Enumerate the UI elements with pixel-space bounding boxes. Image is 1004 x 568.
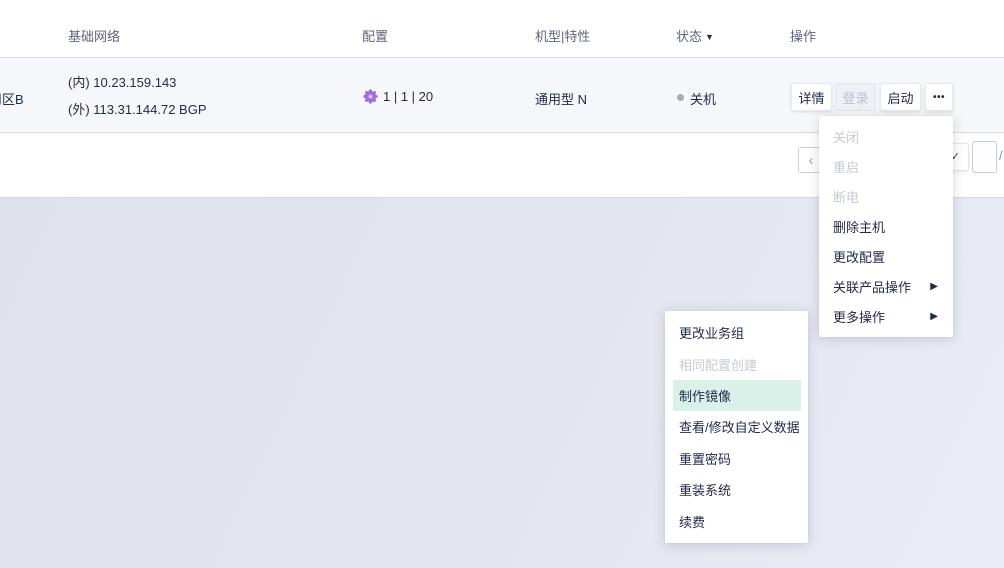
- submenu-item-reinstall-system[interactable]: 重装系统: [665, 474, 808, 505]
- menu-item-poweroff: 断电: [819, 181, 953, 211]
- menu-item-more-actions[interactable]: 更多操作▶: [819, 301, 953, 331]
- status-text: 关机: [690, 89, 716, 108]
- column-header-machine-type: 机型|特性: [535, 26, 590, 45]
- login-button: 登录: [835, 83, 876, 111]
- config-value: 1 | 1 | 20: [383, 89, 433, 104]
- column-header-basic-network: 基础网络: [68, 26, 120, 45]
- status-filter-icon[interactable]: ▼: [705, 32, 714, 42]
- page-number-input[interactable]: [972, 141, 997, 173]
- cpu-flower-icon: [363, 89, 378, 104]
- submenu-item-change-business-group[interactable]: 更改业务组: [665, 317, 808, 348]
- status-dot-icon: [677, 94, 684, 101]
- column-header-status[interactable]: 状态▼: [676, 26, 714, 45]
- submenu-item-make-image[interactable]: 制作镜像: [673, 380, 801, 411]
- actions-dropdown-menu: 关闭 重启 断电 删除主机 更改配置 关联产品操作▶ 更多操作▶: [819, 116, 953, 337]
- column-header-config: 配置: [362, 26, 388, 45]
- availability-zone-label: 用区B: [0, 89, 24, 108]
- page-separator: /: [999, 148, 1003, 163]
- more-actions-submenu: 更改业务组 相同配置创建 制作镜像 查看/修改自定义数据 重置密码 重装系统 续…: [665, 311, 808, 543]
- machine-type-value: 通用型 N: [535, 89, 587, 108]
- submenu-arrow-icon: ▶: [930, 311, 938, 322]
- internal-ip: (内) 10.23.159.143: [68, 72, 176, 91]
- submenu-item-create-same-config: 相同配置创建: [665, 348, 808, 379]
- submenu-item-view-modify-custom-data[interactable]: 查看/修改自定义数据: [665, 411, 808, 442]
- external-ip: (外) 113.31.144.72 BGP: [68, 99, 207, 118]
- menu-item-related-product-actions[interactable]: 关联产品操作▶: [819, 271, 953, 301]
- submenu-arrow-icon: ▶: [930, 281, 938, 292]
- start-button[interactable]: 启动: [880, 83, 921, 111]
- submenu-item-renew[interactable]: 续费: [665, 505, 808, 536]
- column-header-actions: 操作: [790, 26, 816, 45]
- table-header: 基础网络 配置 机型|特性 状态▼ 操作: [0, 0, 1004, 58]
- detail-button[interactable]: 详情: [791, 83, 832, 111]
- menu-item-restart: 重启: [819, 151, 953, 181]
- menu-item-shutdown: 关闭: [819, 121, 953, 151]
- more-actions-button[interactable]: •••: [925, 83, 953, 111]
- submenu-item-reset-password[interactable]: 重置密码: [665, 443, 808, 474]
- menu-item-change-config[interactable]: 更改配置: [819, 241, 953, 271]
- menu-item-delete-host[interactable]: 删除主机: [819, 211, 953, 241]
